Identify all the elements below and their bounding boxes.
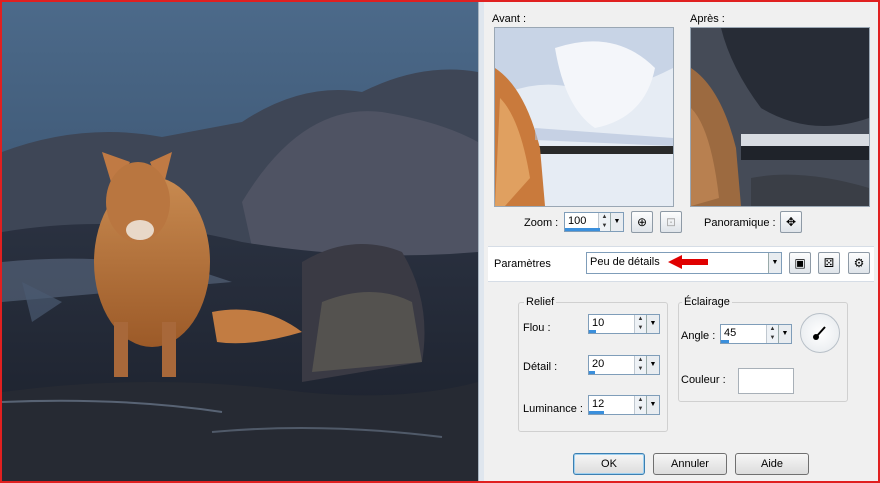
angle-stepper[interactable]: 45 ▲ ▼ ▼ — [720, 324, 792, 344]
help-button[interactable]: Aide — [735, 453, 809, 475]
detail-spin-arrows[interactable]: ▲ ▼ — [634, 356, 646, 374]
detail-value: 20 — [592, 358, 605, 370]
manage-presets-button[interactable]: ⚙ — [848, 252, 870, 274]
zoom-actual-button[interactable]: ⊡ — [660, 211, 682, 233]
detail-label: Détail : — [523, 361, 558, 373]
blur-spin-arrows[interactable]: ▲ ▼ — [634, 315, 646, 333]
luminance-stepper[interactable]: 12 ▲ ▼ ▼ — [588, 395, 660, 415]
after-thumbnail[interactable] — [690, 27, 870, 207]
zoom-label: Zoom : — [524, 217, 559, 229]
zoom-value: 100 — [568, 215, 587, 227]
fox-painting-image — [2, 2, 478, 481]
angle-pointer-icon — [813, 326, 826, 340]
screenshot-frame: Avant : Après : Zoom: 100 ▲ ▼ ▼ ⊕ ⊡ Pan… — [0, 0, 880, 483]
presets-icon: ⚙ — [853, 256, 865, 270]
after-thumbnail-image — [691, 28, 869, 206]
color-swatch[interactable] — [738, 368, 794, 394]
angle-dropdown-icon[interactable]: ▼ — [778, 325, 791, 343]
main-preview-image — [2, 2, 478, 481]
luminance-value: 12 — [592, 398, 605, 410]
relief-title: Relief — [524, 296, 557, 308]
zoom-fit-icon: ⊕ — [636, 215, 648, 229]
luminance-dropdown-icon[interactable]: ▼ — [646, 396, 659, 414]
zoom-level-bar — [565, 228, 600, 231]
pan-button[interactable]: ✥ — [780, 211, 802, 233]
before-thumbnail-image — [495, 28, 673, 206]
preset-label: Paramètres — [494, 258, 551, 270]
zoom-fit-button[interactable]: ⊕ — [631, 211, 653, 233]
move-icon: ✥ — [785, 215, 797, 229]
preset-value: Peu de détails — [590, 256, 660, 268]
angle-level-bar — [721, 340, 730, 343]
angle-value: 45 — [724, 327, 737, 339]
detail-level-bar — [589, 371, 595, 374]
before-label: Avant : — [492, 13, 527, 25]
random-preset-button[interactable]: ⚄ — [818, 252, 840, 274]
zoom-dropdown-icon[interactable]: ▼ — [610, 213, 623, 231]
color-label: Couleur : — [681, 374, 726, 386]
floppy-icon: ▣ — [794, 256, 806, 270]
pan-label: Panoramique : — [704, 217, 776, 229]
ok-button[interactable]: OK — [573, 453, 645, 475]
red-arrow-icon — [668, 255, 708, 269]
after-label: Après : — [690, 13, 725, 25]
blur-value: 10 — [592, 317, 605, 329]
before-thumbnail[interactable] — [494, 27, 674, 207]
zoom-spin-arrows[interactable]: ▲ ▼ — [598, 213, 610, 231]
detail-dropdown-icon[interactable]: ▼ — [646, 356, 659, 374]
blur-level-bar — [589, 330, 596, 333]
blur-dropdown-icon[interactable]: ▼ — [646, 315, 659, 333]
save-preset-button[interactable]: ▣ — [789, 252, 811, 274]
cancel-button[interactable]: Annuler — [653, 453, 727, 475]
angle-dial[interactable] — [800, 313, 840, 353]
luminance-label: Luminance : — [523, 403, 583, 415]
settings-panel: Avant : Après : Zoom: 100 ▲ ▼ ▼ ⊕ ⊡ Pan… — [484, 2, 878, 481]
zoom-stepper[interactable]: 100 ▲ ▼ ▼ — [564, 212, 624, 232]
blur-stepper[interactable]: 10 ▲ ▼ ▼ — [588, 314, 660, 334]
blur-label: Flou : — [523, 322, 551, 334]
angle-spin-arrows[interactable]: ▲ ▼ — [766, 325, 778, 343]
lighting-title: Éclairage — [682, 296, 732, 308]
dice-icon: ⚄ — [823, 256, 835, 270]
luminance-spin-arrows[interactable]: ▲ ▼ — [634, 396, 646, 414]
preset-dropdown-icon[interactable]: ▼ — [768, 253, 781, 273]
angle-label: Angle : — [681, 330, 716, 342]
zoom-actual-icon: ⊡ — [665, 215, 677, 229]
detail-stepper[interactable]: 20 ▲ ▼ ▼ — [588, 355, 660, 375]
luminance-level-bar — [589, 411, 605, 414]
